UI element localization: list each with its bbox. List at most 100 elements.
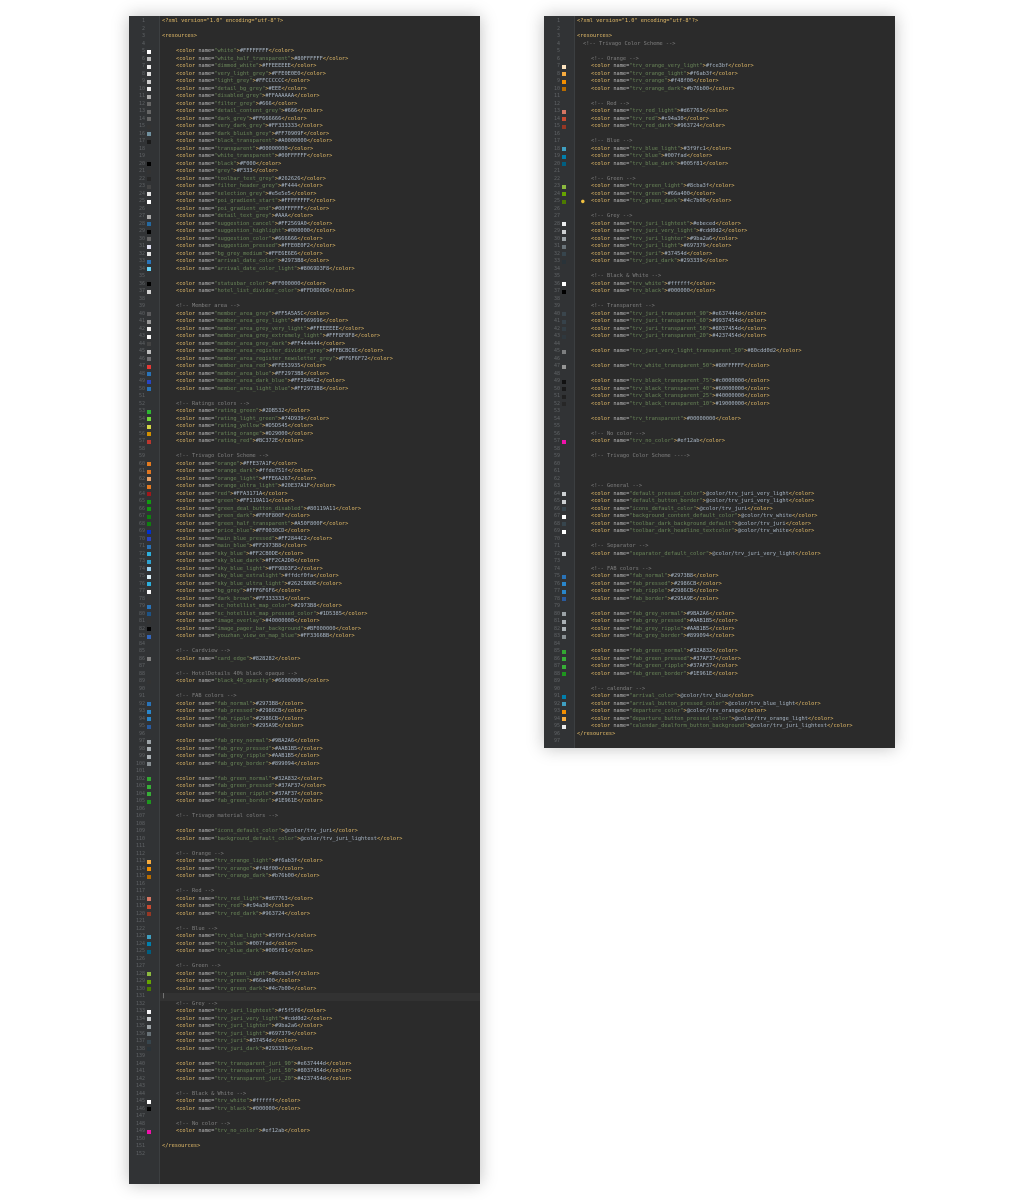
code-line[interactable]: <color name="trv_juri_very_light">#cdd0d… xyxy=(591,228,747,236)
code-line[interactable]: <color name="fab_green_ripple">#37AF37</… xyxy=(591,663,738,671)
code-line[interactable]: <color name="toolbar_dark_background_def… xyxy=(591,521,811,529)
code-line[interactable]: <color name="black">#F000</color> xyxy=(176,161,281,169)
code-line[interactable]: <color name="background_content_default_… xyxy=(591,513,818,521)
code-line[interactable]: <color name="fab_green_normal">#32A832</… xyxy=(176,776,323,784)
code-line[interactable]: <color name="rating_yellow">#D5D545</col… xyxy=(176,423,313,431)
code-line[interactable]: <!-- Transparent --> xyxy=(591,303,655,311)
code-line[interactable]: <!-- Grey --> xyxy=(176,1001,217,1009)
color-swatch-icon[interactable] xyxy=(562,499,566,504)
color-swatch-icon[interactable] xyxy=(147,124,151,129)
code-line[interactable]: <!-- Red --> xyxy=(591,101,629,109)
code-line[interactable]: <!-- FAB colors --> xyxy=(591,566,652,574)
color-swatch-icon[interactable] xyxy=(562,589,566,594)
color-swatch-icon[interactable] xyxy=(562,244,566,249)
color-swatch-icon[interactable] xyxy=(562,634,566,639)
code-line[interactable]: <color name="orange_ultra_light">#20E37A… xyxy=(176,483,336,491)
color-swatch-icon[interactable] xyxy=(147,1099,151,1104)
code-line[interactable]: <color name="grey">#F333</color> xyxy=(176,168,278,176)
code-line[interactable]: <color name="trv_orange_dark">#b76b00</c… xyxy=(176,873,320,881)
code-line[interactable]: <color name="trv_no_color">#ef12ab</colo… xyxy=(176,1128,310,1136)
color-swatch-icon[interactable] xyxy=(562,492,566,497)
code-line[interactable]: <color name="member_area_grey">#FF5A5A5C… xyxy=(176,311,329,319)
code-line[interactable]: <!-- Orange --> xyxy=(176,851,224,859)
code-line[interactable]: <color name="trv_juri_lightest">#f5f5f6<… xyxy=(176,1008,326,1016)
code-line[interactable]: <color name="trv_juri_lighter">#9ba2a6</… xyxy=(176,1023,323,1031)
color-swatch-icon[interactable] xyxy=(562,109,566,114)
color-swatch-icon[interactable] xyxy=(147,222,151,227)
code-line[interactable]: <color name="trv_transparent_juri_20">#4… xyxy=(176,1076,351,1084)
code-line[interactable]: <color name="trv_orange_light">#f6ab3f</… xyxy=(591,71,738,79)
code-line[interactable]: <color name="arrival_button_pressed_colo… xyxy=(591,701,821,709)
code-line[interactable]: <color name="trv_green_dark">#4c7b00</co… xyxy=(591,198,731,206)
code-line[interactable]: <color name="filter_grey">#666</color> xyxy=(176,101,297,109)
code-line[interactable]: <color name="member_area_red">#FFE53935<… xyxy=(176,363,326,371)
color-swatch-icon[interactable] xyxy=(562,552,566,557)
lightbulb-icon[interactable]: ● xyxy=(581,198,585,206)
code-line[interactable]: <color name="rating_light_green">#74D939… xyxy=(176,416,329,424)
code-line[interactable]: <!-- Trivago Color Scheme --> xyxy=(176,453,268,461)
code-line[interactable]: <color name="icons_default_color">@color… xyxy=(176,828,358,836)
color-swatch-icon[interactable] xyxy=(562,79,566,84)
color-swatch-icon[interactable] xyxy=(147,1009,151,1014)
code-line[interactable]: <!-- Red --> xyxy=(176,888,214,896)
code-line[interactable]: <color name="trv_juri_very_light">#cdd0d… xyxy=(176,1016,332,1024)
code-line[interactable]: <!-- Separator --> xyxy=(591,543,648,551)
code-line[interactable]: <color name="price_blue">#FF0030CD</colo… xyxy=(176,528,310,536)
code-line[interactable]: <!-- Blue --> xyxy=(176,926,217,934)
code-line[interactable]: <color name="fab_border">#295A9E</color> xyxy=(591,596,719,604)
color-swatch-icon[interactable] xyxy=(147,934,151,939)
color-swatch-icon[interactable] xyxy=(147,1017,151,1022)
code-line[interactable]: <color name="detail_content_grey">#666</… xyxy=(176,108,323,116)
color-swatch-icon[interactable] xyxy=(147,897,151,902)
color-swatch-icon[interactable] xyxy=(562,192,566,197)
color-swatch-icon[interactable] xyxy=(147,949,151,954)
color-swatch-icon[interactable] xyxy=(147,979,151,984)
color-swatch-icon[interactable] xyxy=(147,139,151,144)
color-swatch-icon[interactable] xyxy=(147,1039,151,1044)
code-line[interactable]: <color name="fab_border">#295A9E</color> xyxy=(176,723,304,731)
code-line[interactable]: <!-- Trivago material colors --> xyxy=(176,813,278,821)
code-line[interactable]: <color name="fab_grey_border">#899094</c… xyxy=(176,761,320,769)
code-line[interactable]: <color name="light_grey">#FFCCCCCC</colo… xyxy=(176,78,310,86)
code-line[interactable]: <color name="filter_header_grey">#F444</… xyxy=(176,183,323,191)
code-line[interactable]: <color name="member_area_blue">#FF2973B8… xyxy=(176,371,329,379)
code-line[interactable]: <color name="image_pager_bar_background"… xyxy=(176,626,361,634)
color-swatch-icon[interactable] xyxy=(562,717,566,722)
code-line[interactable]: <?xml version="1.0" encoding="utf-8"?> xyxy=(162,18,283,26)
color-swatch-icon[interactable] xyxy=(147,552,151,557)
color-swatch-icon[interactable] xyxy=(147,417,151,422)
code-line[interactable]: <color name="trv_black">#000000</color> xyxy=(591,288,715,296)
code-line[interactable]: <color name="green_deal_button_disabled"… xyxy=(176,506,361,514)
code-line[interactable]: <color name="dimmed_white">#FFEEEEEE</co… xyxy=(176,63,316,71)
color-swatch-icon[interactable] xyxy=(562,364,566,369)
color-swatch-icon[interactable] xyxy=(147,72,151,77)
color-swatch-icon[interactable] xyxy=(562,349,566,354)
color-swatch-icon[interactable] xyxy=(147,439,151,444)
color-swatch-icon[interactable] xyxy=(562,289,566,294)
color-swatch-icon[interactable] xyxy=(147,859,151,864)
color-swatch-icon[interactable] xyxy=(562,312,566,317)
color-swatch-icon[interactable] xyxy=(562,619,566,624)
code-line[interactable]: <color name="bg_grey">#FFF6F6F6</color> xyxy=(176,588,300,596)
code-line[interactable]: <!-- FAB colors --> xyxy=(176,693,237,701)
color-swatch-icon[interactable] xyxy=(562,379,566,384)
color-swatch-icon[interactable] xyxy=(147,289,151,294)
code-line[interactable]: <color name="main_blue_pressed">#FF2844C… xyxy=(176,536,332,544)
code-line[interactable]: <color name="suggestion_pressed">#FFE0E0… xyxy=(176,243,336,251)
code-line[interactable]: <!-- Orange --> xyxy=(591,56,639,64)
color-swatch-icon[interactable] xyxy=(562,529,566,534)
code-line[interactable]: <color name="main_blue">#FF2973B8</color… xyxy=(176,543,307,551)
color-swatch-icon[interactable] xyxy=(147,582,151,587)
code-line[interactable]: <color name="fab_pressed">#2986CB</color… xyxy=(591,581,722,589)
color-swatch-icon[interactable] xyxy=(147,94,151,99)
code-line[interactable]: <color name="trv_blue_dark">#005f81</col… xyxy=(591,161,728,169)
color-swatch-icon[interactable] xyxy=(147,634,151,639)
color-swatch-icon[interactable] xyxy=(147,282,151,287)
code-line[interactable]: <color name="separator_default_color">@c… xyxy=(591,551,821,559)
code-line[interactable]: <resources> xyxy=(577,33,612,41)
color-swatch-icon[interactable] xyxy=(147,177,151,182)
color-swatch-icon[interactable] xyxy=(147,597,151,602)
code-line[interactable]: <color name="trv_green">#66a400</color> xyxy=(176,978,300,986)
color-swatch-icon[interactable] xyxy=(147,237,151,242)
code-line[interactable]: <color name="trv_juri_dark">#293339</col… xyxy=(591,258,728,266)
